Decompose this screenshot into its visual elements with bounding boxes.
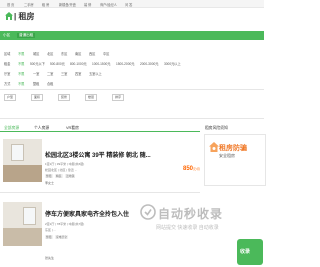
watermark-text: 自动秒收录 xyxy=(158,207,224,221)
listing-tag: 精装 xyxy=(55,174,63,178)
filter-option[interactable]: 北区 xyxy=(47,51,53,56)
listing-contact[interactable]: 李女士 xyxy=(45,181,54,185)
filter-option[interactable]: 整租 xyxy=(33,81,39,86)
filter-select-floor[interactable]: 楼层 xyxy=(85,94,98,101)
listing-price-value: 850 xyxy=(183,166,194,172)
filter-option[interactable]: 四室 xyxy=(75,71,81,76)
filter-option[interactable]: 不限 xyxy=(18,81,24,86)
filter-option[interactable]: 500元以下 xyxy=(30,61,45,66)
tab-rental[interactable]: 普通出租 xyxy=(17,33,36,38)
filter-label-rent: 租金 xyxy=(4,62,11,66)
filter-option[interactable]: 2000-3000元 xyxy=(140,61,158,66)
filter-option[interactable]: 1000-1500元 xyxy=(92,61,110,66)
listing-tag: 整租 xyxy=(45,174,53,178)
listing-price-unit: 元/月 xyxy=(193,167,200,171)
filter-option[interactable]: 不限 xyxy=(18,61,24,66)
topnav-item-rent[interactable]: 租 房 xyxy=(42,2,49,7)
tabs-underline xyxy=(0,131,200,132)
filter-select-sort[interactable]: 排序 xyxy=(112,94,125,101)
listing-location: 东区 | ... xyxy=(45,228,56,232)
filter-label-mode: 方式 xyxy=(4,82,11,86)
listing-contact[interactable]: 张先生 xyxy=(45,256,54,260)
corner-logo-icon: 收录 xyxy=(237,239,263,265)
corner-logo-text: 收录 xyxy=(240,249,251,255)
promo-box[interactable]: 租房防骗 安全租房 xyxy=(204,134,266,186)
topnav-item-secondhand[interactable]: 二手房 xyxy=(24,2,34,7)
site-logo-icon[interactable] xyxy=(4,11,14,21)
filter-divider xyxy=(0,89,264,90)
filter-option[interactable]: 三室 xyxy=(61,71,67,76)
promo-title: 租房防骗 xyxy=(219,145,247,152)
filter-option[interactable]: 1500-2000元 xyxy=(116,61,134,66)
listing-tag: 近地铁 xyxy=(65,174,76,178)
filter-label-rooms: 厅室 xyxy=(4,72,11,76)
listing-title[interactable]: 松园北区3楼公寓 39平 精装修 朝北 随... xyxy=(45,150,151,159)
filter-option[interactable]: 不限 xyxy=(18,51,24,56)
filter-option[interactable]: 3000元以上 xyxy=(164,61,181,66)
filter-option[interactable]: 一室 xyxy=(33,71,39,76)
listing-thumbnail[interactable] xyxy=(3,202,42,246)
listing-meta: 2室1厅 | 78平米 | 中层(共7层) xyxy=(45,222,85,226)
filter-option[interactable]: 中区 xyxy=(103,51,109,56)
promo-subtitle: 安全租房 xyxy=(219,153,235,158)
topnav-item-new[interactable]: 新楼盘/开盘 xyxy=(59,2,76,7)
page-title: | 租房 xyxy=(14,12,35,21)
filter-label-area: 区域 xyxy=(4,52,11,56)
watermark-subtitle: 网站提交 快速收录 自动收录 xyxy=(156,225,219,231)
listing-price: 850元/月 xyxy=(183,166,200,172)
listing-location: 松园北区 | 北区 | 靠近 ... xyxy=(45,168,78,172)
top-navigation: 首 页 二手房 租 房 新楼盘/开盘 装 修 商户/经纪人 问 答 xyxy=(0,0,264,8)
section-divider xyxy=(0,118,264,119)
filter-option[interactable]: 南区 xyxy=(75,51,81,56)
tab-community[interactable]: 小区 xyxy=(3,33,10,38)
filter-option[interactable]: 二室 xyxy=(47,71,53,76)
listing-tag: 家电齐全 xyxy=(55,235,69,239)
filter-option[interactable]: 城区 xyxy=(33,51,39,56)
listing-tag: 整租 xyxy=(45,235,53,239)
filter-option[interactable]: 东区 xyxy=(61,51,67,56)
filter-option[interactable]: 合租 xyxy=(47,81,53,86)
watermark-logo-icon xyxy=(140,204,156,220)
topnav-item-decor[interactable]: 装 修 xyxy=(84,2,91,7)
filter-option[interactable]: 五室以上 xyxy=(89,71,102,76)
category-tabs: 小区 普通出租 xyxy=(0,31,264,40)
risk-notice-title[interactable]: 租房风险须知 xyxy=(205,126,228,131)
topnav-item-home[interactable]: 首 页 xyxy=(7,2,14,7)
filter-option[interactable]: 500-800元 xyxy=(50,61,65,66)
topnav-item-agents[interactable]: 商户/经纪人 xyxy=(100,2,117,7)
filter-select-decoration[interactable]: 装修 xyxy=(58,94,71,101)
filter-option[interactable]: 800-1000元 xyxy=(70,61,87,66)
listing-thumbnail[interactable] xyxy=(3,139,42,182)
filter-option[interactable]: 不限 xyxy=(18,71,24,76)
filter-select-layout[interactable]: 户型 xyxy=(4,94,17,101)
topnav-item-qa[interactable]: 问 答 xyxy=(125,2,132,7)
filter-select-size[interactable]: 面积 xyxy=(31,94,44,101)
listing-meta: 1室1厅 | 39平米 | 中层(共6层) xyxy=(45,162,85,166)
filter-option[interactable]: 西区 xyxy=(89,51,95,56)
listing-divider xyxy=(0,192,200,193)
listing-title[interactable]: 停车方便家具家电齐全拎包入住 xyxy=(45,209,129,218)
